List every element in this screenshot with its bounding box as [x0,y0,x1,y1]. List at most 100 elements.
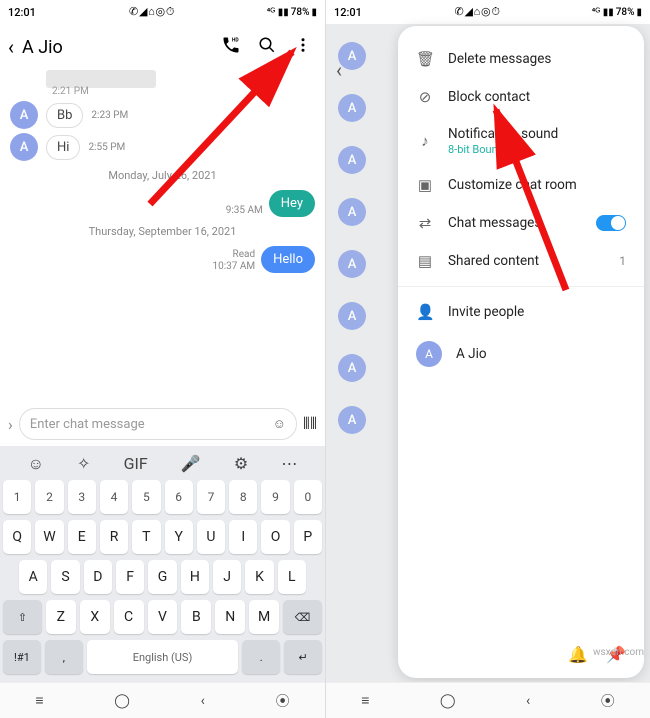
key-y[interactable]: Y [165,520,193,554]
sticker-icon[interactable]: ☺ [273,416,286,432]
avatar[interactable]: A [10,101,38,129]
contact-entry[interactable]: A A Jio [398,331,644,377]
mic-button[interactable]: 🎤 [181,454,201,474]
key-z[interactable]: Z [46,600,76,634]
message-time: 2:55 PM [88,142,125,153]
key-d[interactable]: D [84,560,112,594]
message-input[interactable]: Enter chat message ☺ [19,408,297,440]
chat-header: ‹ A Jio HD [0,24,325,70]
voice-input-icon[interactable]: ⦀⦀ [303,414,317,434]
home-button[interactable]: ◯ [114,693,130,709]
key-a[interactable]: A [19,560,47,594]
key-⇧[interactable]: ⇧ [3,600,42,634]
home-button[interactable]: ◯ [440,693,456,709]
key-x[interactable]: X [80,600,110,634]
key-5[interactable]: 5 [132,480,160,514]
avatar: A [338,302,366,330]
menu-shared-content[interactable]: ▤ Shared content 1 [398,242,644,280]
avatar: A [338,94,366,122]
key-o[interactable]: O [261,520,289,554]
outgoing-row[interactable]: 9:35 AM Hey [10,190,315,217]
toggle-switch[interactable] [596,215,626,231]
sticker-tab[interactable]: ✧ [77,454,90,474]
outgoing-bubble[interactable]: Hello [261,246,315,273]
search-button[interactable] [253,36,281,59]
key-l[interactable]: L [278,560,306,594]
key-e[interactable]: E [68,520,96,554]
key-4[interactable]: 4 [100,480,128,514]
key-6[interactable]: 6 [165,480,193,514]
incoming-bubble[interactable]: Bb [46,103,83,128]
keyboard: ☺ ✧ GIF 🎤 ⚙ ⋯ 1234567890 QWERTYUIOP ASDF… [0,446,325,682]
key-j[interactable]: J [213,560,241,594]
expand-button[interactable]: › [8,415,13,434]
key-2[interactable]: 2 [35,480,63,514]
settings-icon[interactable]: ⚙ [234,454,248,474]
key-0[interactable]: 0 [294,480,322,514]
recents-button[interactable]: ≡ [35,692,43,709]
back-button[interactable]: ‹ [8,35,14,59]
period-key[interactable]: . [242,640,280,674]
menu-delete-messages[interactable]: 🗑 Delete messages [398,40,644,78]
key-t[interactable]: T [132,520,160,554]
menu-chat-messages[interactable]: ⇄ Chat messages [398,204,644,242]
key-i[interactable]: I [229,520,257,554]
key-w[interactable]: W [35,520,63,554]
key-v[interactable]: V [148,600,178,634]
key-7[interactable]: 7 [197,480,225,514]
comma-key[interactable]: , [45,640,83,674]
status-battery-pct: 78% [291,7,310,18]
menu-label: Shared content [448,253,539,269]
divider [398,286,644,287]
chat-title[interactable]: A Jio [22,37,209,58]
message-row[interactable]: A Bb 2:23 PM [10,101,315,129]
gif-tab[interactable]: GIF [124,454,148,474]
key-q[interactable]: Q [3,520,31,554]
outgoing-bubble[interactable]: Hey [269,190,315,217]
outgoing-row[interactable]: Read 10:37 AM Hello [10,246,315,273]
key-h[interactable]: H [181,560,209,594]
accessibility-button[interactable]: ⦿ [601,691,615,711]
accessibility-button[interactable]: ⦿ [276,691,290,711]
call-button[interactable]: HD [217,35,245,60]
key-c[interactable]: C [114,600,144,634]
message-time: 2:21 PM [52,86,315,97]
symbols-key[interactable]: !#1 [3,640,41,674]
key-3[interactable]: 3 [68,480,96,514]
key-9[interactable]: 9 [261,480,289,514]
avatar[interactable]: A [10,133,38,161]
recents-button[interactable]: ≡ [361,692,369,709]
emoji-tab[interactable]: ☺ [28,454,44,474]
messages-area[interactable]: 2:21 PM A Bb 2:23 PM A Hi 2:55 PM Monday… [0,70,325,402]
key-m[interactable]: M [249,600,279,634]
menu-invite-people[interactable]: 👤 Invite people [398,293,644,331]
gallery-icon: ▤ [416,252,434,270]
key-⌫[interactable]: ⌫ [283,600,322,634]
key-r[interactable]: R [100,520,128,554]
key-1[interactable]: 1 [3,480,31,514]
key-k[interactable]: K [245,560,273,594]
key-8[interactable]: 8 [229,480,257,514]
incoming-bubble[interactable]: Hi [46,135,80,160]
menu-label: Invite people [448,304,524,320]
key-g[interactable]: G [148,560,176,594]
key-n[interactable]: N [215,600,245,634]
keyboard-more[interactable]: ⋯ [281,454,297,474]
space-key[interactable]: English (US) [87,640,239,674]
key-b[interactable]: B [181,600,211,634]
key-p[interactable]: P [294,520,322,554]
message-row[interactable]: A Hi 2:55 PM [10,133,315,161]
enter-key[interactable]: ↵ [284,640,322,674]
menu-notification-sound[interactable]: ♪ Notification sound 8-bit Bounce [398,116,644,166]
bell-icon[interactable]: 🔔 [568,645,588,664]
status-time: 12:01 [8,6,36,19]
key-s[interactable]: S [51,560,79,594]
more-button[interactable] [289,36,317,59]
menu-block-contact[interactable]: ⊘ Block contact [398,78,644,116]
image-icon: ▣ [416,176,434,194]
key-u[interactable]: U [197,520,225,554]
back-nav-button[interactable]: ‹ [201,693,205,709]
key-f[interactable]: F [116,560,144,594]
back-nav-button[interactable]: ‹ [526,693,530,709]
menu-customize-chat[interactable]: ▣ Customize chat room [398,166,644,204]
